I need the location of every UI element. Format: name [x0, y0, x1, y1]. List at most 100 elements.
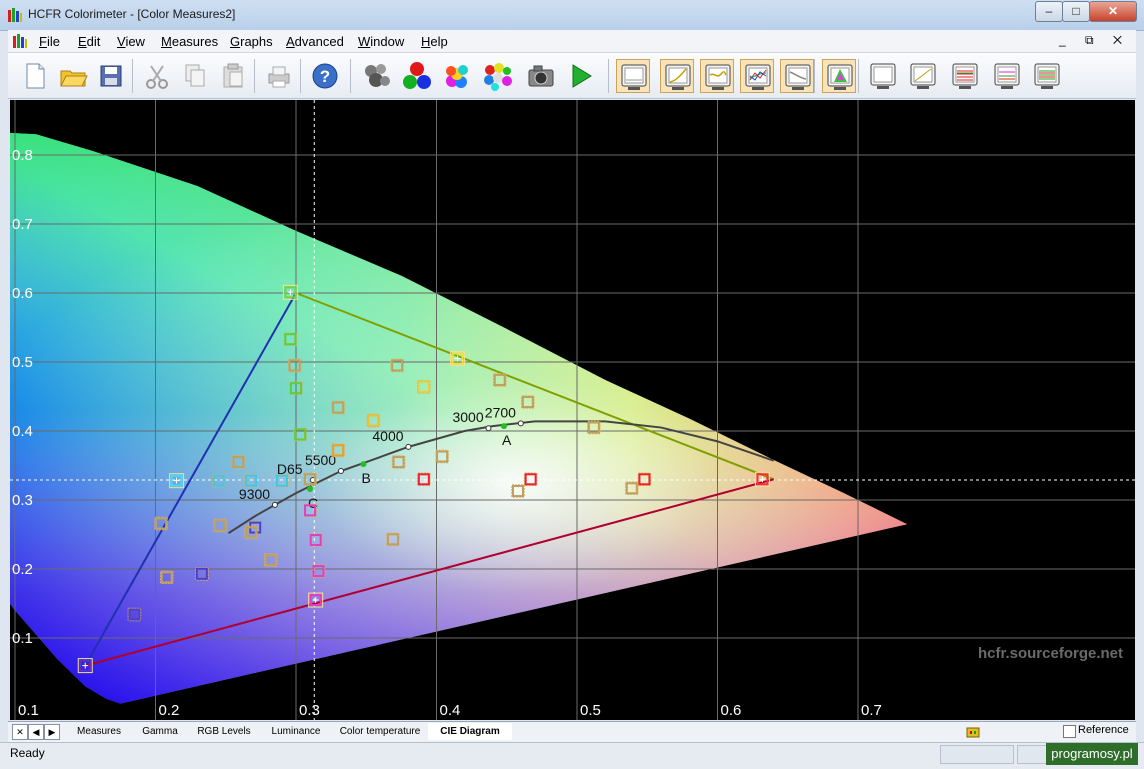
view-extra4-icon[interactable]	[990, 59, 1024, 93]
save-icon[interactable]	[94, 59, 128, 93]
cut-icon[interactable]	[140, 59, 174, 93]
color-balls-icon-glyph	[446, 65, 468, 88]
menu-advanced[interactable]: Advanced	[286, 34, 344, 49]
open-folder-icon[interactable]	[56, 59, 90, 93]
menu-edit[interactable]: Edit	[78, 34, 100, 49]
view-luminance-icon-glyph	[745, 64, 771, 90]
new-document-icon[interactable]	[18, 59, 52, 93]
camera-icon[interactable]	[524, 59, 558, 93]
x-tick-label: 0.3	[299, 702, 320, 719]
view-cie-diagram-icon-glyph	[827, 64, 853, 90]
tab-nav-next[interactable]: ▶	[44, 724, 60, 740]
y-tick-label: 0.6	[12, 285, 33, 302]
tab-cie-diagram[interactable]: CIE Diagram	[428, 723, 512, 740]
view-extra2-icon[interactable]	[906, 59, 940, 93]
x-tick-label: 0.5	[580, 702, 601, 719]
print-icon[interactable]	[262, 59, 296, 93]
tab-luminance[interactable]: Luminance	[260, 723, 332, 740]
window-title: HCFR Colorimeter - [Color Measures2]	[28, 7, 236, 21]
close-button[interactable]: ✕	[1089, 1, 1137, 22]
toolbar: ?	[8, 53, 1136, 99]
sensor-icon[interactable]	[360, 59, 394, 93]
menu-graphs[interactable]: Graphs	[230, 34, 273, 49]
view-extra5-icon[interactable]	[1030, 59, 1064, 93]
mdi-window-buttons[interactable]: _ ⧉ ✕	[1059, 33, 1130, 48]
save-icon-glyph	[100, 65, 122, 87]
menu-file[interactable]: File	[39, 34, 60, 49]
sensor-icon-glyph	[365, 64, 390, 87]
toolbar-separator	[300, 59, 301, 93]
y-tick-label: 0.7	[12, 216, 33, 233]
copy-icon[interactable]	[178, 59, 212, 93]
tab-gamma[interactable]: Gamma	[132, 723, 188, 740]
view-color-temperature-icon-glyph	[785, 64, 811, 90]
y-tick-label: 0.1	[12, 630, 33, 647]
menu-accelerator: A	[286, 34, 295, 49]
x-tick-label: 0.6	[721, 702, 742, 719]
color-balls-icon[interactable]	[440, 59, 474, 93]
illuminant-label: B	[361, 470, 370, 486]
locus-label: 3000	[452, 409, 483, 425]
tab-color-temperature[interactable]: Color temperature	[332, 723, 428, 740]
play-icon[interactable]	[564, 59, 598, 93]
x-tick-label: 0.2	[159, 702, 180, 719]
print-icon-glyph	[268, 66, 290, 88]
tab-nav-close[interactable]: ✕	[12, 724, 28, 740]
menu-accelerator: M	[161, 34, 172, 49]
toolbar-separator	[858, 59, 859, 93]
view-extra1-icon[interactable]	[866, 59, 900, 93]
reference-label: Reference	[1078, 724, 1129, 736]
menu-view[interactable]: View	[117, 34, 145, 49]
illuminant-marker	[307, 485, 314, 492]
view-measures-icon[interactable]	[616, 59, 650, 93]
menu-accelerator: E	[78, 34, 87, 49]
status-bar: Ready programosy.pl	[0, 742, 1144, 769]
view-rgb-levels-icon[interactable]	[700, 59, 734, 93]
y-tick-label: 0.4	[12, 423, 33, 440]
menu-measures[interactable]: Measures	[161, 34, 218, 49]
help-icon[interactable]: ?	[308, 59, 342, 93]
document-icon[interactable]	[12, 33, 28, 49]
maximize-button[interactable]: □	[1062, 1, 1090, 22]
cut-icon-glyph	[146, 65, 168, 89]
view-extra2-icon-glyph	[910, 63, 936, 89]
view-extra1-icon-glyph	[870, 63, 896, 89]
reference-checkbox[interactable]	[1063, 725, 1076, 738]
menu-bar: File Edit View Measures Graphs Advanced Window…	[8, 30, 1136, 53]
x-tick-label: 0.1	[18, 702, 39, 719]
view-cie-diagram-icon[interactable]	[822, 59, 856, 93]
tab-measures[interactable]: Measures	[66, 723, 132, 740]
new-document-icon-glyph	[26, 63, 45, 89]
illuminant-marker	[500, 423, 507, 430]
multi-color-icon[interactable]	[480, 59, 514, 93]
status-panel-2	[1017, 745, 1047, 764]
tab-rgb-levels[interactable]: RGB Levels	[188, 723, 260, 740]
lock-icon[interactable]	[966, 724, 980, 738]
locus-label: 9300	[239, 486, 270, 502]
view-gamma-icon-glyph	[665, 64, 691, 90]
minimize-button[interactable]: –	[1035, 1, 1063, 22]
svg-text:?: ?	[320, 67, 330, 86]
toolbar-separator	[254, 59, 255, 93]
menu-window[interactable]: Window	[358, 34, 404, 49]
view-extra3-icon[interactable]	[948, 59, 982, 93]
toolbar-separator	[608, 59, 609, 93]
menu-label: ile	[46, 34, 60, 49]
site-watermark-badge: programosy.pl	[1046, 743, 1138, 765]
paste-icon[interactable]	[216, 59, 250, 93]
menu-label: raphs	[240, 34, 273, 49]
illuminant-marker	[360, 461, 367, 468]
y-tick-label: 0.5	[12, 354, 33, 371]
view-color-temperature-icon[interactable]	[780, 59, 814, 93]
menu-help[interactable]: Help	[421, 34, 448, 49]
tab-nav-prev[interactable]: ◀	[28, 724, 44, 740]
view-luminance-icon[interactable]	[740, 59, 774, 93]
rgb-balls-icon[interactable]	[400, 59, 434, 93]
menu-label: easures	[171, 34, 219, 49]
menu-label: indow	[370, 34, 405, 49]
copy-icon-glyph	[185, 64, 205, 87]
open-folder-icon-glyph	[60, 70, 88, 87]
view-gamma-icon[interactable]	[660, 59, 694, 93]
locus-marker	[405, 443, 412, 450]
y-tick-label: 0.2	[12, 561, 33, 578]
